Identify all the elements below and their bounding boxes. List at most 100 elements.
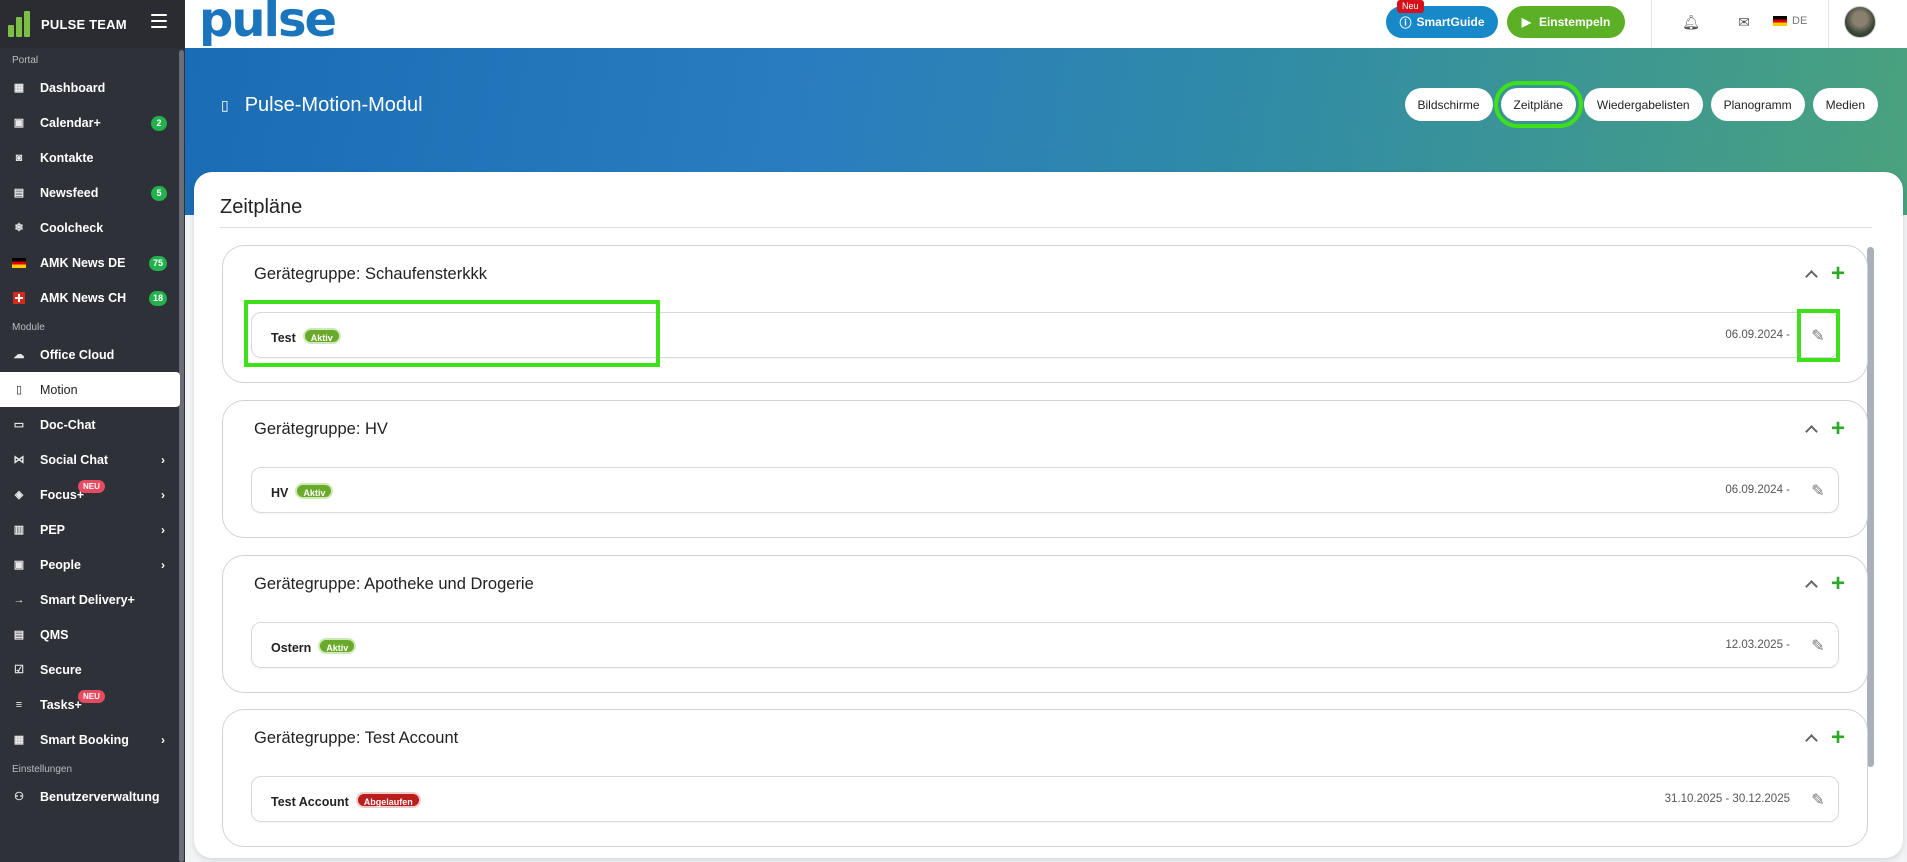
flag-ch-icon	[12, 291, 26, 304]
chevron-right-icon: ›	[161, 453, 165, 467]
calendar-icon: ▣	[13, 117, 25, 129]
newsfeed-icon: ▤	[13, 187, 25, 199]
divider	[1828, 0, 1829, 48]
sidebar-item-motion[interactable]: ▯ Motion	[0, 372, 180, 407]
status-badge: Aktiv	[295, 483, 334, 499]
schedule-dates: 31.10.2025 - 30.12.2025	[1664, 793, 1790, 805]
collapse-icon[interactable]	[1805, 580, 1818, 593]
top-bar: pulse ⓘ SmartGuide Neu ▶ Einstempeln 🔔︎ ✉ …	[185, 0, 1907, 48]
chevron-right-icon: ›	[161, 558, 165, 572]
amk-ch-count-badge: 18	[148, 291, 167, 306]
pencil-icon[interactable]: ✎	[1808, 636, 1828, 656]
sidebar-item-kontakte[interactable]: ◙ Kontakte	[0, 140, 180, 175]
sidebar-item-pep[interactable]: ▥ PEP ›	[0, 512, 180, 547]
status-badge: Abgelaufen	[355, 792, 421, 808]
contacts-icon: ◙	[15, 151, 23, 164]
collapse-icon[interactable]	[1805, 270, 1818, 283]
coolcheck-icon: ❄	[14, 222, 24, 234]
schedule-name: HV	[271, 486, 289, 500]
share-icon: ⋈	[13, 454, 25, 466]
page-title: ▯ Pulse-Motion-Modul	[221, 94, 423, 116]
collapse-icon[interactable]	[1805, 425, 1818, 438]
section-module: Module	[12, 322, 45, 333]
sidebar-item-qms[interactable]: ▤ QMS	[0, 617, 180, 652]
pencil-icon[interactable]: ✎	[1808, 790, 1828, 810]
schedule-name: Test Account	[271, 795, 349, 809]
dashboard-icon: ▦	[13, 82, 25, 94]
phone-icon: ▯	[221, 97, 229, 113]
chevron-right-icon: ›	[161, 488, 165, 502]
group-title: Gerätegruppe: Test Account	[254, 729, 459, 747]
brand-logo[interactable]: pulse	[199, 0, 337, 48]
add-schedule-icon[interactable]: +	[1831, 417, 1845, 441]
group-title: Gerätegruppe: Schaufensterkkk	[254, 265, 487, 283]
sidebar-item-benutzerverwaltung[interactable]: ⚇ Benutzerverwaltung	[0, 779, 180, 814]
chat-icon: ▭	[13, 419, 25, 431]
sidebar-item-calendar[interactable]: ▣ Calendar+ 2	[0, 105, 180, 140]
sidebar-item-amk-news-de[interactable]: AMK News DE 75	[0, 245, 180, 280]
team-name: PULSE TEAM	[41, 16, 127, 32]
highlight-box	[244, 300, 660, 367]
sidebar-item-newsfeed[interactable]: ▤ Newsfeed 5	[0, 175, 180, 210]
pulse-logo-icon	[8, 11, 34, 37]
people-icon: ▣	[13, 559, 25, 571]
divider	[220, 227, 1872, 228]
amk-de-count-badge: 75	[148, 256, 167, 271]
divider	[1651, 0, 1652, 48]
add-schedule-icon[interactable]: +	[1831, 262, 1845, 286]
mail-icon[interactable]: ✉	[1734, 12, 1754, 32]
sidebar-item-tasks[interactable]: ≡ Tasks+ NEU	[0, 687, 180, 722]
clipboard-icon: ▥	[13, 524, 25, 536]
sidebar-item-amk-news-ch[interactable]: AMK News CH 18	[0, 280, 180, 315]
cloud-icon: ☁	[13, 349, 25, 361]
sidebar-item-smart-delivery[interactable]: → Smart Delivery+	[0, 582, 180, 617]
sidebar-item-secure[interactable]: ☑ Secure	[0, 652, 180, 687]
content-scrollbar[interactable]	[1867, 247, 1874, 767]
collapse-icon[interactable]	[1805, 734, 1818, 747]
sidebar-item-doc-chat[interactable]: ▭ Doc-Chat	[0, 407, 180, 442]
list-icon: ≡	[15, 698, 23, 711]
schedule-row[interactable]: Test Account Abgelaufen 31.10.2025 - 30.1…	[251, 776, 1839, 822]
highlight-box	[1797, 309, 1840, 362]
sidebar-item-office-cloud[interactable]: ☁ Office Cloud	[0, 337, 180, 372]
schedule-row[interactable]: HV Aktiv 06.09.2024 - ✎	[251, 467, 1839, 513]
status-badge: Aktiv	[318, 638, 357, 654]
users-icon: ⚇	[14, 791, 24, 803]
device-group: Gerätegruppe: Test Account + Test Accoun…	[222, 709, 1868, 847]
schedules-card: Zeitpläne Gerätegruppe: Schaufensterkkk …	[194, 172, 1903, 858]
qms-icon: ▤	[13, 629, 25, 641]
sidebar-header: PULSE TEAM	[0, 0, 185, 48]
einstempeln-button[interactable]: ▶ Einstempeln	[1507, 6, 1625, 38]
chevron-right-icon: ›	[161, 733, 165, 747]
tab-planogramm[interactable]: Planogramm	[1710, 88, 1805, 121]
booking-icon: ▦	[13, 734, 25, 746]
sidebar-item-smart-booking[interactable]: ▦ Smart Booking ›	[0, 722, 180, 757]
new-badge: NEU	[78, 480, 105, 493]
language-selector[interactable]: DE	[1773, 15, 1807, 27]
play-icon: ▶	[1521, 15, 1531, 29]
sidebar-item-dashboard[interactable]: ▦ Dashboard	[0, 70, 180, 105]
sidebar-item-people[interactable]: ▣ People ›	[0, 547, 180, 582]
add-schedule-icon[interactable]: +	[1831, 572, 1845, 596]
schedule-row[interactable]: Ostern Aktiv 12.03.2025 - ✎	[251, 622, 1839, 668]
tab-zeitplaene[interactable]: Zeitpläne	[1493, 81, 1583, 128]
graduation-icon: ◈	[14, 489, 24, 501]
tab-medien[interactable]: Medien	[1812, 88, 1878, 121]
pencil-icon[interactable]: ✎	[1808, 481, 1828, 501]
device-group: Gerätegruppe: HV + HV Aktiv 06.09.2024 - …	[222, 400, 1868, 538]
bell-icon[interactable]: 🔔︎	[1681, 12, 1701, 32]
phone-icon: ▯	[15, 384, 23, 396]
add-schedule-icon[interactable]: +	[1831, 726, 1845, 750]
sidebar: PULSE TEAM Portal ▦ Dashboard ▣ Calendar+ 2…	[0, 0, 185, 862]
flag-de-icon	[1773, 16, 1787, 26]
sidebar-item-coolcheck[interactable]: ❄ Coolcheck	[0, 210, 180, 245]
check-icon: ☑	[14, 664, 24, 676]
sidebar-item-social-chat[interactable]: ⋈ Social Chat ›	[0, 442, 180, 477]
tab-bildschirme[interactable]: Bildschirme	[1404, 88, 1493, 121]
avatar[interactable]	[1844, 6, 1876, 38]
sidebar-item-focus[interactable]: ◈ Focus+ NEU ›	[0, 477, 180, 512]
schedule-dates: 12.03.2025 -	[1725, 639, 1790, 651]
menu-toggle-icon[interactable]	[151, 14, 167, 28]
help-icon: ⓘ	[1399, 15, 1412, 30]
tab-wiedergabelisten[interactable]: Wiedergabelisten	[1583, 88, 1703, 121]
